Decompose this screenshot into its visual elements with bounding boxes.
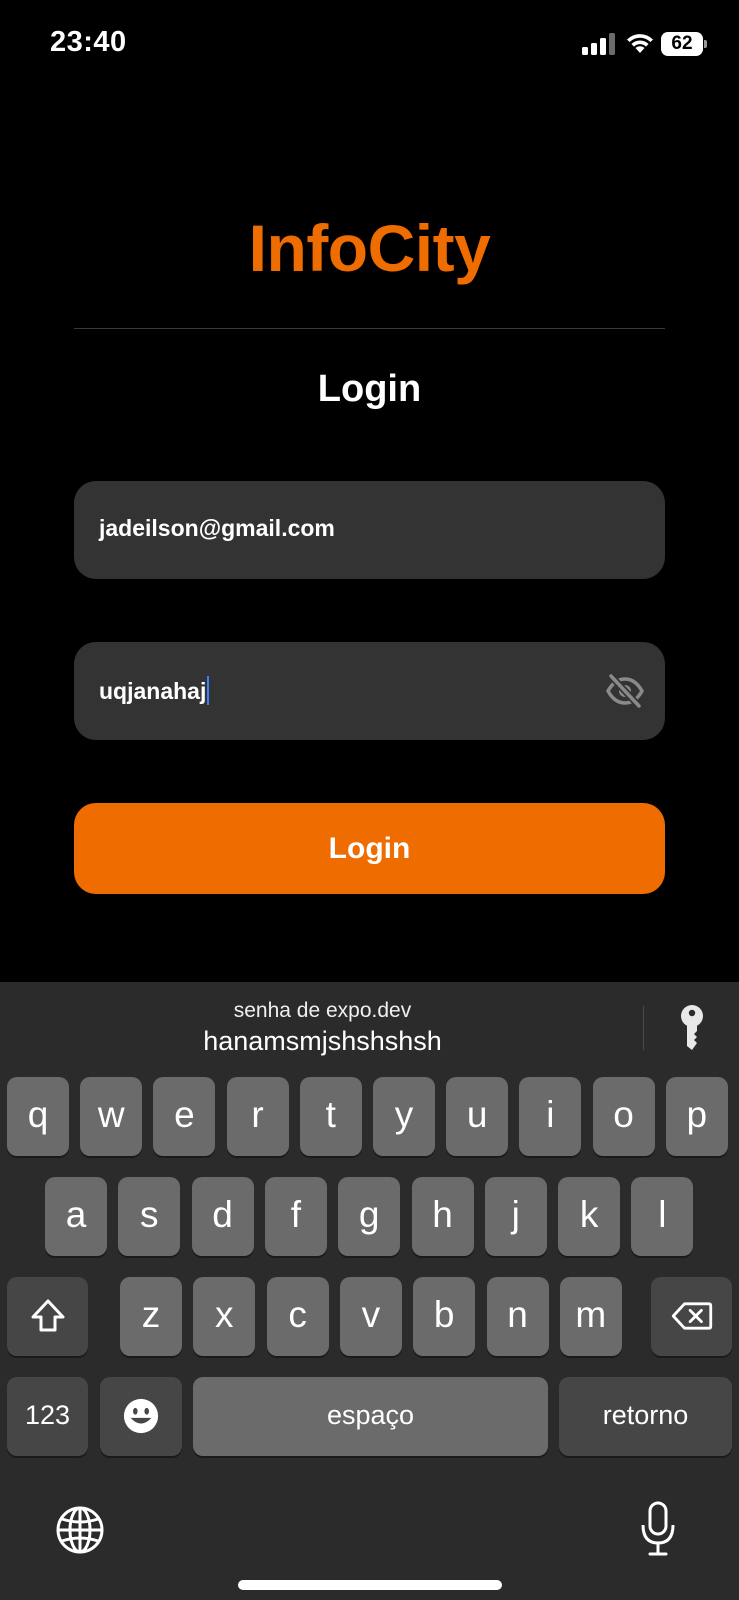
key-h[interactable]: h [411, 1177, 474, 1256]
key-g[interactable]: g [338, 1177, 401, 1256]
key-x[interactable]: x [193, 1277, 256, 1356]
key-s[interactable]: s [118, 1177, 181, 1256]
battery-icon: 62 [661, 32, 707, 56]
key-m[interactable]: m [559, 1277, 622, 1356]
emoji-key[interactable] [100, 1377, 182, 1456]
return-key[interactable]: retorno [559, 1377, 732, 1456]
password-field[interactable]: uqjanahaj [74, 642, 665, 740]
key-u[interactable]: u [446, 1077, 509, 1156]
status-bar: 23:40 62 [0, 0, 739, 90]
key-f[interactable]: f [264, 1177, 327, 1256]
email-field[interactable]: jadeilson@gmail.com [74, 481, 665, 579]
key-d[interactable]: d [191, 1177, 254, 1256]
backspace-icon [671, 1302, 712, 1330]
keyboard: senha de expo.dev hanamsmjshshshsh qwert… [0, 982, 739, 1600]
key-t[interactable]: t [299, 1077, 362, 1156]
key-y[interactable]: y [373, 1077, 435, 1156]
app-logo-text: InfoCity [248, 211, 491, 285]
key-l[interactable]: l [631, 1177, 694, 1256]
divider [74, 328, 665, 329]
microphone-icon[interactable] [641, 1501, 675, 1557]
eye-off-icon[interactable] [605, 672, 645, 710]
cellular-signal-icon [582, 33, 615, 55]
key-r[interactable]: r [226, 1077, 289, 1156]
globe-icon[interactable] [55, 1505, 105, 1555]
login-button[interactable]: Login [74, 803, 665, 894]
key-p[interactable]: p [665, 1077, 728, 1156]
emoji-icon [123, 1398, 159, 1434]
key-j[interactable]: j [484, 1177, 547, 1256]
suggestion-divider [643, 1006, 644, 1050]
text-cursor [207, 676, 210, 705]
key-a[interactable]: a [45, 1177, 107, 1256]
password-value-wrap: uqjanahaj [99, 676, 210, 705]
wifi-icon [627, 34, 653, 53]
suggestion-hint: senha de expo.dev [233, 999, 412, 1022]
shift-key[interactable] [7, 1277, 88, 1356]
password-suggestion[interactable]: senha de expo.dev hanamsmjshshshsh [0, 982, 640, 1070]
key-i[interactable]: i [519, 1077, 582, 1156]
page-title: Login [317, 368, 422, 410]
key-k[interactable]: k [558, 1177, 621, 1256]
shift-icon [31, 1299, 64, 1332]
key-v[interactable]: v [339, 1277, 402, 1356]
home-indicator [238, 1580, 502, 1590]
key-n[interactable]: n [486, 1277, 549, 1356]
key-o[interactable]: o [592, 1077, 655, 1156]
key-z[interactable]: z [120, 1277, 182, 1356]
backspace-key[interactable] [651, 1277, 732, 1356]
key-w[interactable]: w [80, 1077, 143, 1156]
space-key[interactable]: espaço [193, 1377, 548, 1456]
password-value: uqjanahaj [99, 678, 207, 704]
passwords-key-icon[interactable] [677, 1004, 707, 1052]
numbers-key[interactable]: 123 [7, 1377, 88, 1456]
key-q[interactable]: q [7, 1077, 69, 1156]
suggestion-value: hanamsmjshshshsh [203, 1026, 442, 1056]
key-b[interactable]: b [413, 1277, 476, 1356]
email-value: jadeilson@gmail.com [99, 515, 335, 541]
battery-level: 62 [661, 32, 703, 56]
key-c[interactable]: c [266, 1277, 329, 1356]
status-time: 23:40 [50, 26, 127, 58]
key-e[interactable]: e [153, 1077, 216, 1156]
